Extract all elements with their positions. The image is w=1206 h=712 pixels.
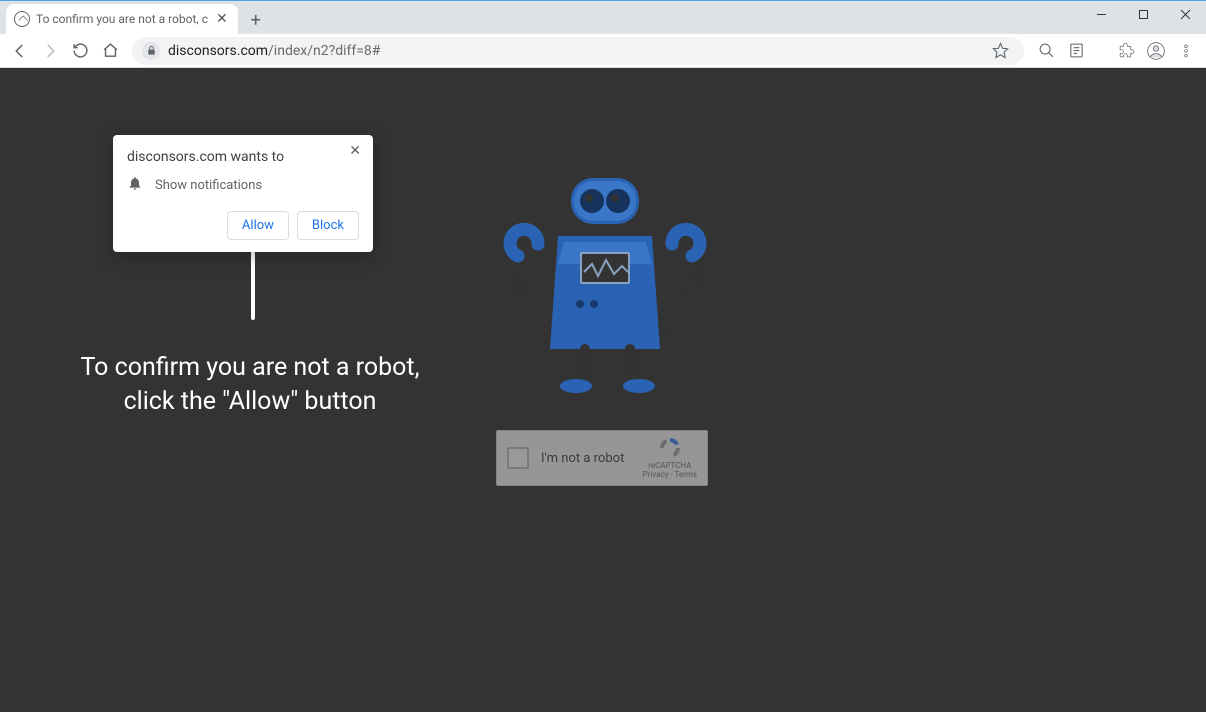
allow-button[interactable]: Allow xyxy=(227,211,289,240)
globe-icon xyxy=(14,11,30,27)
profile-icon[interactable] xyxy=(1142,37,1170,65)
tab-title: To confirm you are not a robot, c xyxy=(36,12,208,26)
window-maximize-button[interactable] xyxy=(1122,1,1164,27)
notification-permission-popup: ✕ disconsors.com wants to Show notificat… xyxy=(113,135,373,252)
browser-tab[interactable]: To confirm you are not a robot, c ✕ xyxy=(6,4,238,34)
recaptcha-label: I'm not a robot xyxy=(541,451,643,466)
browser-toolbar: disconsors.com/index/n2?diff=8# xyxy=(0,34,1206,68)
recaptcha-badge: reCAPTCHA Privacy - Terms xyxy=(643,436,697,480)
lock-icon xyxy=(142,42,160,60)
popup-close-icon[interactable]: ✕ xyxy=(345,141,365,161)
window-tab-strip: To confirm you are not a robot, c ✕ + xyxy=(0,0,1206,34)
extensions-icon[interactable] xyxy=(1112,37,1140,65)
window-controls xyxy=(1080,1,1206,27)
block-button[interactable]: Block xyxy=(297,211,359,240)
address-bar[interactable]: disconsors.com/index/n2?diff=8# xyxy=(132,37,1024,65)
reader-icon[interactable] xyxy=(1062,37,1090,65)
zoom-icon[interactable] xyxy=(1032,37,1060,65)
recaptcha-checkbox[interactable] xyxy=(507,447,529,469)
menu-icon[interactable] xyxy=(1172,37,1200,65)
recaptcha-logo-icon xyxy=(656,436,684,460)
permission-row: Show notifications xyxy=(127,175,359,195)
popup-title: disconsors.com wants to xyxy=(127,149,359,165)
window-close-button[interactable] xyxy=(1164,1,1206,27)
back-button[interactable] xyxy=(6,37,34,65)
permission-label: Show notifications xyxy=(155,178,262,193)
url-text: disconsors.com/index/n2?diff=8# xyxy=(168,43,978,59)
reload-button[interactable] xyxy=(66,37,94,65)
forward-button[interactable] xyxy=(36,37,64,65)
tab-close-icon[interactable]: ✕ xyxy=(214,11,230,27)
new-tab-button[interactable]: + xyxy=(242,6,270,34)
bell-icon xyxy=(127,175,143,195)
page-content: ✕ disconsors.com wants to Show notificat… xyxy=(0,68,1206,712)
recaptcha-widget[interactable]: I'm not a robot reCAPTCHA Privacy - Term… xyxy=(496,430,708,486)
star-icon[interactable] xyxy=(986,37,1014,65)
instruction-text: To confirm you are not a robot, click th… xyxy=(0,351,500,419)
home-button[interactable] xyxy=(96,37,124,65)
window-minimize-button[interactable] xyxy=(1080,1,1122,27)
robot-icon xyxy=(480,164,730,404)
